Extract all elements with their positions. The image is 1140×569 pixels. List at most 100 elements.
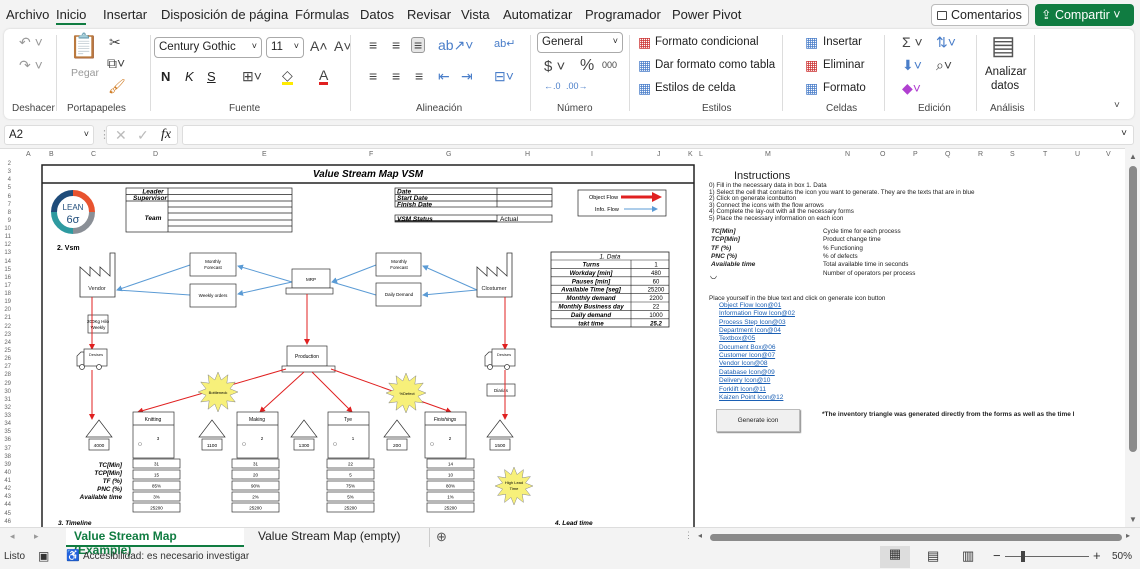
metric-value[interactable]: 1%: [447, 495, 454, 500]
inventory-value[interactable]: 200: [393, 443, 401, 449]
data-row-value[interactable]: 2200: [649, 296, 663, 302]
next-sheet-icon[interactable]: ▸: [34, 531, 39, 542]
monthly-forecast-right-line2: Forecast: [390, 265, 408, 270]
process-name: Tye: [344, 417, 352, 423]
kaizen-bottleneck-label: Bottleneck: [209, 390, 228, 395]
zoom-slider[interactable]: [1005, 556, 1089, 557]
data-row-value[interactable]: 480: [651, 271, 662, 277]
instruction-step: 5) Place the necessary information on ea…: [709, 214, 844, 222]
icon-link[interactable]: Document Box@06: [719, 344, 775, 351]
metric-value[interactable]: 25200: [344, 506, 357, 511]
inventory-note: *The inventory triangle was generated di…: [822, 411, 1075, 418]
sheet-tab-bar: ◂ ▸ Value Stream Map (Example) Value Str…: [0, 527, 1140, 557]
mrp-label: MRP: [306, 277, 316, 282]
zoom-slider-thumb[interactable]: [1021, 551, 1025, 562]
icon-link[interactable]: Kaizen Point Icon@12: [719, 394, 783, 401]
data-row-value[interactable]: 25.2: [649, 321, 662, 327]
share-button[interactable]: ⇪ Compartir ˅: [1035, 4, 1134, 26]
prev-sheet-icon[interactable]: ◂: [10, 531, 15, 542]
data-row-value[interactable]: 60: [653, 279, 660, 285]
process-name: Knitting: [145, 417, 162, 423]
zoom-out-icon[interactable]: −: [993, 548, 1001, 563]
data-row-value[interactable]: 22: [653, 305, 660, 311]
metric-value[interactable]: 90%: [251, 484, 260, 489]
metric-value[interactable]: 22: [348, 462, 354, 467]
data-row-label: Available Time [seg]: [560, 287, 622, 294]
normal-view-icon[interactable]: ▦: [880, 546, 910, 568]
accessibility-icon[interactable]: ♿: [66, 549, 80, 562]
icon-link[interactable]: Textbox@05: [719, 335, 755, 342]
zoom-level[interactable]: 50%: [1112, 551, 1132, 562]
sheet-tab-empty[interactable]: Value Stream Map (empty): [250, 528, 430, 547]
icon-link[interactable]: Vendor Icon@08: [719, 360, 768, 367]
daily-demand-label: Daily Demand: [385, 292, 414, 297]
metric-value[interactable]: 10: [448, 473, 454, 478]
sheet-tab-example[interactable]: Value Stream Map (Example): [66, 528, 244, 557]
icon-link[interactable]: Delivery Icon@10: [719, 377, 770, 384]
metric-label: TC[Min]: [99, 462, 123, 469]
icon-link[interactable]: Information Flow Icon@02: [719, 310, 795, 317]
info-flow-label: Info. Flow: [595, 207, 619, 213]
macro-icon[interactable]: ▣: [38, 549, 49, 563]
data-row-value[interactable]: 25200: [648, 288, 665, 294]
data-row-label: Pauses [min]: [572, 278, 611, 285]
flow-legend: Object Flow Info. Flow: [577, 189, 667, 217]
page-break-icon[interactable]: ▥: [962, 548, 974, 564]
vendor-shipment-box[interactable]: [87, 314, 109, 334]
production-label: Production: [295, 354, 319, 360]
inventory-value[interactable]: 1300: [299, 443, 310, 449]
production-base: [281, 365, 336, 373]
data-row-value[interactable]: 1000: [649, 313, 663, 319]
status-bar: Listo ▣ ♿ Accesibilidad: es necesario in…: [0, 546, 1140, 569]
metric-value[interactable]: 31: [154, 462, 160, 467]
metric-value[interactable]: 20: [253, 473, 259, 478]
icon-link[interactable]: Department Icon@04: [719, 327, 781, 334]
icon-link[interactable]: Process Step Icon@03: [719, 319, 786, 326]
metric-value[interactable]: 25200: [249, 506, 262, 511]
scroll-right-icon[interactable]: ▸: [1126, 531, 1130, 540]
glossary-desc: Total available time in seconds: [823, 261, 909, 269]
metric-value[interactable]: 31: [253, 462, 259, 467]
operator-icon: ◡: [710, 271, 717, 280]
glossary-desc: % Functioning: [823, 244, 863, 252]
data-row-label: Monthly Business day: [558, 304, 624, 311]
comments-button[interactable]: Comentarios: [931, 4, 1029, 26]
more-sheets-icon[interactable]: ⋮: [684, 530, 693, 541]
section-timeline: 3. Timeline: [58, 520, 92, 527]
metric-value[interactable]: 25200: [150, 506, 163, 511]
generate-icon-button[interactable]: Generate icon: [716, 409, 800, 432]
metric-value[interactable]: 85%: [152, 484, 161, 489]
icon-link[interactable]: Object Flow Icon@01: [719, 302, 781, 309]
process-name: Finishings: [434, 417, 457, 423]
vendor-shipment-line1: 200Kg Hilo: [87, 319, 110, 324]
horizontal-scrollbar[interactable]: [710, 534, 1122, 541]
zoom-in-icon[interactable]: +: [1093, 548, 1101, 563]
metric-value[interactable]: 25200: [444, 506, 457, 511]
share-icon: ⇪: [1041, 8, 1055, 22]
monthly-forecast-left-line2: Forecast: [204, 265, 222, 270]
metric-value[interactable]: 75%: [346, 484, 355, 489]
add-sheet-icon[interactable]: ⊕: [436, 529, 447, 545]
metric-value[interactable]: 15: [154, 473, 160, 478]
vendor-shipment-line2: Weekly: [91, 325, 106, 330]
monthly-forecast-left-line1: Monthly: [205, 259, 222, 264]
accessibility-status[interactable]: Accesibilidad: es necesario investigar: [83, 551, 249, 562]
inventory-value[interactable]: 1100: [207, 443, 218, 449]
metric-value[interactable]: 5%: [347, 495, 354, 500]
metric-value[interactable]: 14: [448, 462, 454, 467]
scroll-left-icon[interactable]: ◂: [698, 531, 702, 540]
vsm-status-label: VSM Status: [397, 216, 433, 223]
vsm-status-value[interactable]: Actual: [500, 216, 519, 223]
data-row-label: takt time: [578, 320, 604, 327]
page-layout-icon[interactable]: ▤: [927, 548, 939, 564]
icon-link[interactable]: Customer Icon@07: [719, 352, 775, 359]
metric-value[interactable]: 80%: [446, 484, 455, 489]
inventory-value[interactable]: 1500: [495, 443, 506, 449]
inventory-value[interactable]: 4000: [94, 443, 105, 449]
weekly-orders-label: Weekly orders: [199, 293, 228, 298]
metric-value[interactable]: 2%: [252, 495, 259, 500]
metric-value[interactable]: 3%: [153, 495, 160, 500]
icon-link[interactable]: Forklift Icon@11: [719, 386, 766, 393]
logo-text: LEAN: [63, 203, 84, 212]
icon-link[interactable]: Database Icon@09: [719, 369, 775, 376]
